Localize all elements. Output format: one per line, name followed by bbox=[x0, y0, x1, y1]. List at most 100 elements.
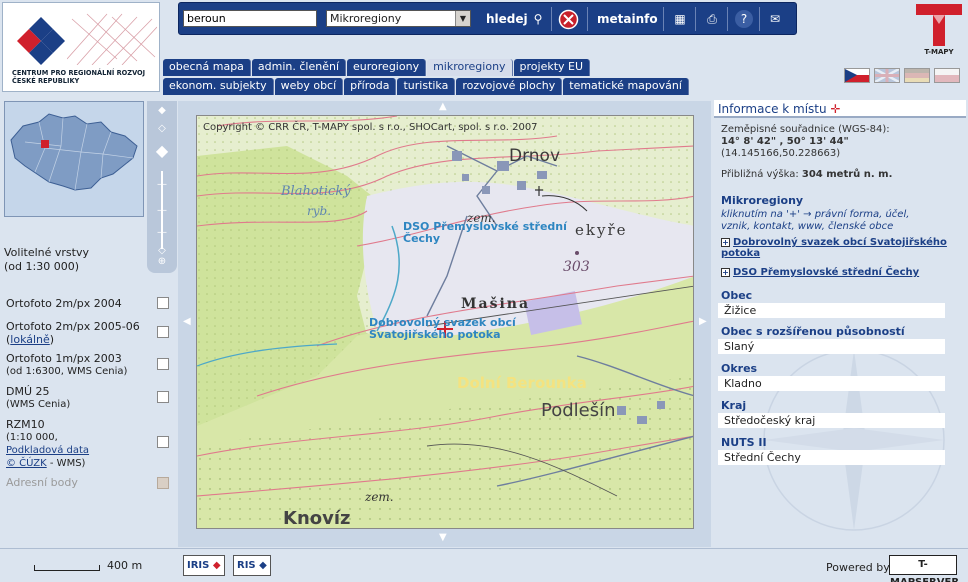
map-label-ryb: ryb. bbox=[307, 204, 332, 218]
tab-euroregiony[interactable]: euroregiony bbox=[347, 59, 427, 76]
layer-adresni-body: Adresní body bbox=[6, 476, 166, 489]
toolbar-divider bbox=[663, 7, 664, 31]
mikroregiony-hint-1: kliknutím na '+' → právní forma, účel, bbox=[721, 209, 910, 220]
ris-diamond-icon: ◆ bbox=[259, 560, 267, 571]
layer-ortofoto-2004-checkbox[interactable] bbox=[157, 297, 169, 309]
status-bar bbox=[0, 548, 968, 582]
zoom-handle-icon[interactable]: ◇ bbox=[147, 245, 177, 256]
crr-logo[interactable]: CENTRUM PRO REGIONÁLNÍ ROZVOJ ČESKÉ REPU… bbox=[2, 2, 160, 92]
layer-select[interactable]: Mikroregiony ▼ bbox=[326, 10, 471, 27]
tmapserver-logo[interactable]: T-MAPSERVER bbox=[889, 555, 959, 582]
layer-sub: ) bbox=[49, 333, 55, 346]
layer-label: RZM10 bbox=[6, 418, 45, 431]
compass-watermark-icon bbox=[763, 349, 945, 531]
map-label-dso: DSO Přemyslovské střední Čechy bbox=[403, 220, 567, 245]
zoom-level-large-icon[interactable]: ◆ bbox=[147, 141, 177, 160]
coord-dms: 14° 8' 42" , 50° 13' 44" bbox=[721, 136, 849, 147]
tab-obecna-mapa[interactable]: obecná mapa bbox=[163, 59, 251, 76]
zoom-level-small-icon[interactable]: ◆ bbox=[147, 105, 177, 116]
mikroregiony-heading: Mikroregiony bbox=[721, 194, 804, 207]
zoom-bar[interactable]: ◆ ◇ ◆ — — — ◇ ⊕ bbox=[147, 101, 177, 273]
lokalne-link[interactable]: lokálně bbox=[10, 333, 50, 346]
english-flag-icon[interactable] bbox=[874, 67, 900, 84]
pan-north-icon[interactable]: ▲ bbox=[439, 101, 447, 112]
orp-heading: Obec s rozšířenou působností bbox=[721, 325, 905, 338]
expand-plus-icon[interactable]: + bbox=[721, 238, 730, 247]
tab-weby-obci[interactable]: weby obcí bbox=[274, 78, 344, 95]
map-label-blahoticky: Blahotický bbox=[281, 184, 351, 199]
toolbar-divider bbox=[759, 7, 760, 31]
layer-ortofoto-2005-checkbox[interactable] bbox=[157, 326, 169, 338]
cuzk-link[interactable]: © ČÚZK bbox=[6, 458, 47, 469]
clear-map-icon[interactable] bbox=[558, 9, 579, 30]
kraj-value: Středočeský kraj bbox=[718, 413, 945, 428]
tab-turistika[interactable]: turistika bbox=[397, 78, 456, 95]
tab-ekonom-subjekty[interactable]: ekonom. subjekty bbox=[163, 78, 274, 95]
layer-label: Ortofoto 2m/px 2004 bbox=[6, 297, 122, 310]
zoom-tick[interactable]: — bbox=[147, 205, 177, 216]
zoom-tick[interactable]: — bbox=[147, 227, 177, 238]
layer-sub: - WMS) bbox=[46, 458, 86, 469]
pan-west-icon[interactable]: ◀ bbox=[183, 316, 191, 327]
layer-label: DMÚ 25 bbox=[6, 385, 50, 398]
tmapy-logo[interactable]: T-MAPY bbox=[912, 2, 966, 60]
layers-title: Volitelné vrstvy (od 1:30 000) bbox=[4, 246, 89, 273]
chevron-down-icon[interactable]: ▼ bbox=[455, 11, 470, 26]
zoom-in-icon[interactable]: ⊕ bbox=[147, 256, 177, 267]
help-icon[interactable]: ? bbox=[735, 10, 753, 28]
mikroregion-item-2[interactable]: + DSO Přemyslovské střední Čechy bbox=[721, 267, 919, 278]
iris-badge[interactable]: IRIS ◆ bbox=[183, 555, 225, 576]
nuts-value: Střední Čechy bbox=[718, 450, 945, 465]
info-header: Informace k místu ✛ bbox=[714, 100, 966, 118]
layer-dmu25-checkbox[interactable] bbox=[157, 391, 169, 403]
orp-value: Slaný bbox=[718, 339, 945, 354]
layer-sub: (od 1:6300, WMS Cenia) bbox=[6, 366, 128, 377]
layer-rzm10-checkbox[interactable] bbox=[157, 436, 169, 448]
tab-mikroregiony[interactable]: mikroregiony bbox=[427, 59, 513, 76]
pan-east-icon[interactable]: ▶ bbox=[699, 316, 707, 327]
map-canvas[interactable]: Copyright © CRR ČR, T-MAPY spol. s r.o.,… bbox=[196, 115, 694, 529]
expand-plus-icon[interactable]: + bbox=[721, 268, 730, 277]
toolbar-divider bbox=[727, 7, 728, 31]
search-button[interactable]: hledej bbox=[486, 12, 528, 26]
coord-decimal: (14.145166,50.228663) bbox=[721, 148, 841, 159]
map-copyright: Copyright © CRR ČR, T-MAPY spol. s r.o.,… bbox=[203, 122, 538, 133]
overview-map[interactable] bbox=[4, 101, 144, 217]
map-label-dobrovolny: Dobrovolný svazek obcí Svatojiřského pot… bbox=[369, 316, 516, 341]
german-flag-icon[interactable] bbox=[904, 68, 930, 83]
search-input[interactable] bbox=[183, 10, 317, 27]
tab-admin-cleneni[interactable]: admin. členění bbox=[251, 59, 347, 76]
metainfo-button[interactable]: metainfo bbox=[597, 12, 658, 26]
obec-heading: Obec bbox=[721, 289, 753, 302]
layer-sub: (WMS Cenia) bbox=[6, 399, 71, 410]
print-icon[interactable]: ⎙ bbox=[703, 10, 721, 28]
tab-rozvojove-plochy[interactable]: rozvojové plochy bbox=[456, 78, 563, 95]
tab-tematicke-mapovani[interactable]: tematické mapování bbox=[563, 78, 689, 95]
map-label-dolni-berounka: Dolní Berounka bbox=[457, 374, 587, 392]
okres-heading: Okres bbox=[721, 362, 758, 375]
french-flag-icon[interactable] bbox=[934, 68, 960, 83]
tab-projekty-eu[interactable]: projekty EU bbox=[513, 59, 591, 76]
czech-republic-overview bbox=[10, 113, 138, 191]
layer-ortofoto-2003-checkbox[interactable] bbox=[157, 358, 169, 370]
mikroregion-item-1[interactable]: + Dobrovolný svazek obcí Svatojiřského pot… bbox=[721, 237, 947, 259]
zoom-tick[interactable]: — bbox=[147, 179, 177, 190]
scale-bar bbox=[34, 565, 100, 571]
map-label-masina: Mašina bbox=[461, 296, 531, 312]
viewport-marker[interactable] bbox=[41, 140, 49, 148]
mail-icon[interactable]: ✉ bbox=[766, 10, 784, 28]
legend-icon[interactable]: ▦ bbox=[671, 10, 689, 28]
tabs-row-2: ekonom. subjekty weby obcí příroda turis… bbox=[163, 78, 690, 95]
tab-priroda[interactable]: příroda bbox=[344, 78, 397, 95]
map-label-podlesin: Podlešín bbox=[541, 400, 616, 421]
magnifier-icon[interactable]: ⚲ bbox=[529, 10, 547, 28]
layer-ortofoto-2005: Ortofoto 2m/px 2005-06 (lokálně) bbox=[6, 320, 166, 346]
zoom-level-medium-icon[interactable]: ◇ bbox=[147, 123, 177, 134]
ris-badge[interactable]: RIS ◆ bbox=[233, 555, 271, 576]
height-row: Přibližná výška: 304 metrů n. m. bbox=[721, 169, 892, 180]
czech-flag-icon[interactable] bbox=[844, 68, 870, 83]
pan-south-icon[interactable]: ▼ bbox=[439, 532, 447, 543]
height-label: Přibližná výška: bbox=[721, 169, 799, 180]
podkladova-data-link[interactable]: Podkladová data bbox=[6, 445, 89, 456]
nuts-heading: NUTS II bbox=[721, 436, 767, 449]
